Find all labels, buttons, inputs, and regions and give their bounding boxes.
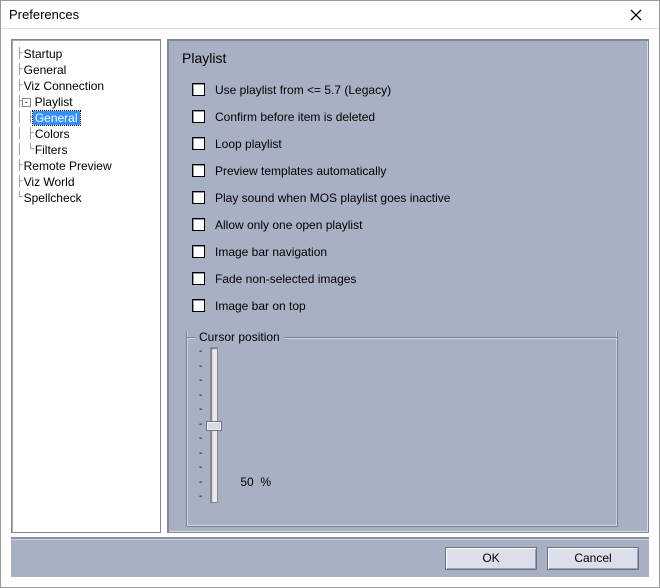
checkbox-row: Fade non-selected images [192, 265, 634, 292]
title-bar: Preferences [1, 1, 659, 29]
ok-button[interactable]: OK [445, 547, 537, 570]
slider-ticks: ----- ------ [199, 345, 202, 505]
checkbox-row: Confirm before item is deleted [192, 103, 634, 130]
group-legend: Cursor position [195, 330, 284, 344]
checkbox[interactable] [192, 83, 205, 96]
tree-item[interactable]: ├-Playlist [16, 94, 156, 110]
checkbox-row: Preview templates automatically [192, 157, 634, 184]
checkbox-label: Image bar on top [215, 299, 306, 313]
checkbox[interactable] [192, 137, 205, 150]
checkbox-row: Use playlist from <= 5.7 (Legacy) [192, 76, 634, 103]
checkbox[interactable] [192, 299, 205, 312]
checkbox[interactable] [192, 191, 205, 204]
tree-branch-icon: │ └ [16, 144, 33, 156]
dialog-content: ├Startup├General├Viz Connection├-Playlis… [1, 29, 659, 537]
tree-item[interactable]: ├Remote Preview [16, 158, 156, 174]
checkbox[interactable] [192, 218, 205, 231]
dialog-footer: OK Cancel [11, 537, 649, 577]
close-button[interactable] [619, 4, 653, 26]
close-icon [630, 9, 642, 21]
tree-item[interactable]: ├Viz World [16, 174, 156, 190]
tree-item[interactable]: └Spellcheck [16, 190, 156, 206]
tree-item[interactable]: │ ├General [16, 110, 156, 126]
nav-tree[interactable]: ├Startup├General├Viz Connection├-Playlis… [12, 40, 160, 212]
checkbox[interactable] [192, 245, 205, 258]
tree-item-label[interactable]: Playlist [33, 95, 75, 109]
slider-thumb[interactable] [206, 421, 222, 431]
collapse-icon[interactable]: - [22, 98, 31, 107]
checkbox-label: Confirm before item is deleted [215, 110, 375, 124]
section-title: Playlist [182, 50, 634, 66]
nav-tree-panel: ├Startup├General├Viz Connection├-Playlis… [11, 39, 161, 533]
checkbox-label: Image bar navigation [215, 245, 327, 259]
checkbox-row: Play sound when MOS playlist goes inacti… [192, 184, 634, 211]
checkbox-row: Allow only one open playlist [192, 211, 634, 238]
tree-item-label[interactable]: Startup [22, 47, 65, 61]
checkbox[interactable] [192, 110, 205, 123]
checkbox-label: Use playlist from <= 5.7 (Legacy) [215, 83, 391, 97]
checkbox-label: Preview templates automatically [215, 164, 386, 178]
checkbox-label: Fade non-selected images [215, 272, 356, 286]
checkbox-list: Use playlist from <= 5.7 (Legacy) Confirm… [192, 76, 634, 319]
checkbox-row: Image bar navigation [192, 238, 634, 265]
checkbox-row: Image bar on top [192, 292, 634, 319]
tree-item-label[interactable]: General [22, 63, 69, 77]
checkbox-label: Allow only one open playlist [215, 218, 362, 232]
slider-value: 50 % [240, 475, 271, 489]
tree-item[interactable]: │ └Filters [16, 142, 156, 158]
checkbox-label: Loop playlist [215, 137, 282, 151]
settings-panel: Playlist Use playlist from <= 5.7 (Legac… [167, 39, 649, 533]
tree-item-label[interactable]: Viz World [22, 175, 77, 189]
tree-branch-icon: │ ├ [16, 128, 33, 140]
tree-branch-icon: │ ├ [16, 112, 33, 124]
cursor-position-slider[interactable] [206, 345, 222, 505]
tree-item-label[interactable]: Filters [33, 143, 70, 157]
tree-item[interactable]: ├Startup [16, 46, 156, 62]
slider-area: ----- ------ 50 % [199, 345, 605, 505]
cursor-position-group: Cursor position ----- ------ 50 % [186, 331, 618, 527]
tree-item-label[interactable]: Remote Preview [22, 159, 114, 173]
tree-item-label[interactable]: Viz Connection [22, 79, 107, 93]
tree-item[interactable]: ├General [16, 62, 156, 78]
tree-item-label[interactable]: Colors [33, 127, 72, 141]
cancel-button[interactable]: Cancel [547, 547, 639, 570]
checkbox-label: Play sound when MOS playlist goes inacti… [215, 191, 450, 205]
window-title: Preferences [9, 7, 619, 22]
tree-item[interactable]: ├Viz Connection [16, 78, 156, 94]
tree-item-label[interactable]: General [33, 111, 80, 125]
checkbox-row: Loop playlist [192, 130, 634, 157]
tree-item[interactable]: │ ├Colors [16, 126, 156, 142]
checkbox[interactable] [192, 164, 205, 177]
preferences-window: Preferences ├Startup├General├Viz Connect… [0, 0, 660, 588]
checkbox[interactable] [192, 272, 205, 285]
tree-item-label[interactable]: Spellcheck [22, 191, 84, 205]
